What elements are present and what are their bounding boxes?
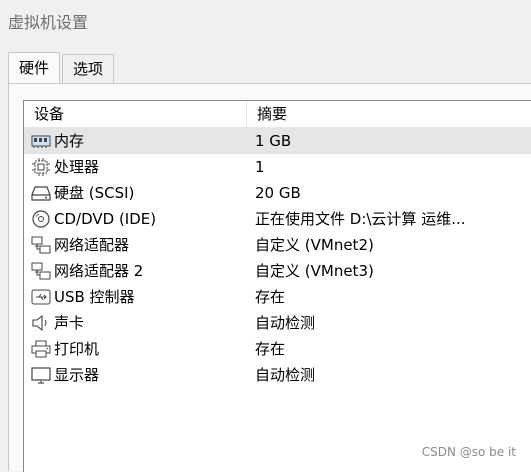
device-name: 声卡 <box>54 314 85 332</box>
device-name: 内存 <box>54 132 85 150</box>
device-summary: 自动检测 <box>255 314 316 332</box>
device-name: CD/DVD (IDE) <box>54 210 157 228</box>
window-title: 虚拟机设置 <box>8 13 89 32</box>
column-header-summary[interactable]: 摘要 <box>247 101 531 127</box>
device-name: 网络适配器 <box>54 236 130 254</box>
device-summary: 自动检测 <box>255 366 316 384</box>
device-summary: 存在 <box>255 288 286 306</box>
device-list: 设备 摘要 内存 1 GB 处理器 1 硬盘 (SCSI) 20 GB CD/D… <box>23 100 531 472</box>
cd-dvd-icon <box>30 209 52 229</box>
watermark: CSDN @so be it <box>421 445 516 459</box>
device-summary: 正在使用文件 D:\云计算 运维... <box>255 210 466 228</box>
device-row-printer[interactable]: 打印机 存在 <box>24 336 531 362</box>
sound-card-icon <box>30 313 52 333</box>
memory-icon <box>30 131 52 151</box>
device-summary: 1 <box>255 158 265 176</box>
device-row-hard-disk[interactable]: 硬盘 (SCSI) 20 GB <box>24 180 531 206</box>
device-row-processor[interactable]: 处理器 1 <box>24 154 531 180</box>
device-summary: 20 GB <box>255 184 301 202</box>
device-summary: 自定义 (VMnet3) <box>255 262 374 280</box>
device-row-network-adapter[interactable]: 网络适配器 自定义 (VMnet2) <box>24 232 531 258</box>
processor-icon <box>30 157 52 177</box>
device-name: 显示器 <box>54 366 100 384</box>
device-row-memory[interactable]: 内存 1 GB <box>24 128 531 154</box>
list-header: 设备 摘要 <box>24 101 531 128</box>
device-row-sound-card[interactable]: 声卡 自动检测 <box>24 310 531 336</box>
device-name: 处理器 <box>54 158 100 176</box>
device-row-usb-controller[interactable]: USB 控制器 存在 <box>24 284 531 310</box>
usb-controller-icon <box>30 287 52 307</box>
device-name: 硬盘 (SCSI) <box>54 184 135 202</box>
tab-bar: 硬件 选项 <box>8 52 116 83</box>
device-summary: 1 GB <box>255 132 292 150</box>
column-header-device[interactable]: 设备 <box>24 101 247 127</box>
hard-disk-icon <box>30 183 52 203</box>
device-name: 网络适配器 2 <box>54 262 144 280</box>
printer-icon <box>30 339 52 359</box>
device-row-display[interactable]: 显示器 自动检测 <box>24 362 531 388</box>
tab-options[interactable]: 选项 <box>62 54 115 83</box>
device-row-network-adapter-2[interactable]: 网络适配器 2 自定义 (VMnet3) <box>24 258 531 284</box>
display-icon <box>30 365 52 385</box>
device-summary: 存在 <box>255 340 286 358</box>
network-adapter-icon <box>30 235 52 255</box>
device-row-cd-dvd[interactable]: CD/DVD (IDE) 正在使用文件 D:\云计算 运维... <box>24 206 531 232</box>
device-name: 打印机 <box>54 340 100 358</box>
device-summary: 自定义 (VMnet2) <box>255 236 374 254</box>
device-name: USB 控制器 <box>54 288 135 306</box>
hardware-tab-panel: 设备 摘要 内存 1 GB 处理器 1 硬盘 (SCSI) 20 GB CD/D… <box>8 83 531 472</box>
tab-hardware[interactable]: 硬件 <box>8 52 61 83</box>
network-adapter-icon <box>30 261 52 281</box>
